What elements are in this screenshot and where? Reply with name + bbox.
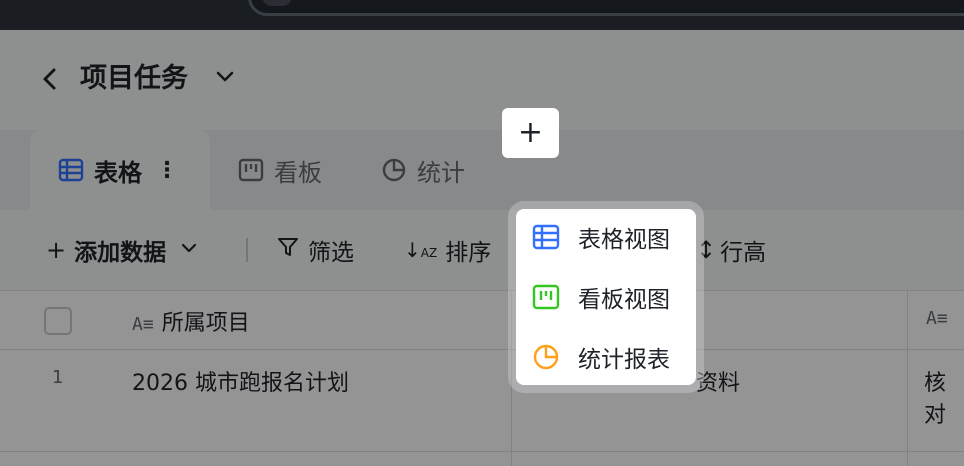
- row-height-label: 行高: [720, 240, 767, 266]
- data-toolbar: + 添加数据 筛选 ↓AZ 排序 ↕ 行高: [0, 210, 964, 290]
- page-header: 项目任务: [0, 30, 964, 130]
- add-data-button[interactable]: + 添加数据: [46, 230, 198, 270]
- sort-label: 排序: [445, 240, 492, 266]
- menu-item-kanban-view[interactable]: 看板视图: [516, 269, 696, 325]
- filter-label: 筛选: [308, 240, 354, 266]
- text-field-icon: A≡: [132, 314, 154, 335]
- cell-col2[interactable]: 资料: [696, 365, 740, 397]
- pie-chart-icon: [533, 344, 559, 370]
- kanban-icon: [532, 284, 560, 310]
- table-icon: [532, 224, 560, 250]
- more-icon[interactable]: ⋮: [156, 158, 178, 183]
- cell-project[interactable]: 2026 城市跑报名计划: [132, 365, 349, 397]
- tab-statistics[interactable]: 统计: [381, 148, 465, 192]
- kanban-icon: [238, 158, 264, 182]
- column-divider: [511, 291, 512, 466]
- table-icon: [58, 158, 84, 182]
- add-data-label: 添加数据: [74, 240, 167, 266]
- text-field-icon: A≡: [926, 308, 948, 329]
- chevron-down-icon[interactable]: [214, 66, 236, 93]
- back-chevron-icon[interactable]: [38, 64, 62, 94]
- tab-label: 表格: [94, 158, 142, 187]
- row-height-button[interactable]: ↕ 行高: [696, 230, 766, 270]
- data-table: A≡ 所属项目 A≡ 1 2026 城市跑报名计划 资料 核对: [0, 290, 964, 466]
- menu-item-label: 统计报表: [578, 347, 670, 373]
- select-all-checkbox[interactable]: [44, 307, 72, 335]
- column-header-partial[interactable]: A≡: [926, 305, 956, 330]
- menu-item-label: 表格视图: [578, 227, 670, 253]
- row-height-icon: ↕: [696, 236, 717, 264]
- menu-item-statistics-report[interactable]: 统计报表: [516, 329, 696, 385]
- tab-kanban[interactable]: 看板: [238, 148, 322, 192]
- add-view-menu: 表格视图 看板视图 统计报表: [516, 209, 696, 385]
- menu-item-table-view[interactable]: 表格视图: [516, 209, 696, 265]
- view-tabs-bar: 表格 ⋮ 看板 统计: [0, 130, 964, 210]
- plus-icon: +: [46, 236, 67, 264]
- row-divider: [0, 451, 964, 452]
- sort-button[interactable]: ↓AZ 排序: [404, 230, 491, 270]
- filter-icon: [276, 235, 300, 265]
- filter-button[interactable]: 筛选: [276, 230, 354, 270]
- column-header-label: 所属项目: [161, 311, 250, 336]
- window-top-bar: [0, 0, 964, 30]
- column-divider: [907, 291, 908, 466]
- header-divider: [0, 349, 964, 350]
- chevron-down-icon: [180, 237, 198, 263]
- tab-label: 统计: [417, 158, 465, 187]
- cell-col3[interactable]: 核对: [924, 365, 964, 429]
- add-view-button[interactable]: +: [502, 108, 559, 158]
- tab-label: 看板: [274, 158, 322, 187]
- sort-icon: ↓AZ: [404, 238, 438, 262]
- column-header-project[interactable]: A≡ 所属项目: [132, 305, 250, 337]
- pie-chart-icon: [382, 158, 406, 182]
- top-notch: [248, 0, 964, 16]
- main-page: 项目任务 表格 ⋮ 看板 统计 + 添加数据 筛选 ↓AZ 排序 ↕ 行高 A≡…: [0, 30, 964, 466]
- tab-table[interactable]: 表格 ⋮: [30, 130, 210, 210]
- toolbar-divider: [246, 238, 248, 262]
- page-title[interactable]: 项目任务: [80, 62, 188, 96]
- menu-item-label: 看板视图: [578, 287, 670, 313]
- row-index: 1: [52, 367, 64, 388]
